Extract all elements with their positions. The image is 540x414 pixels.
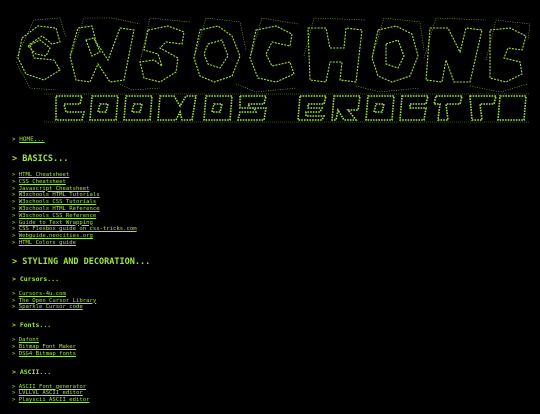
list-item: > W3schools CSS Tutorials [12,199,532,206]
arrow-icon: > [12,256,18,267]
arrow-icon: > [12,226,16,233]
link-dafont[interactable]: Dafont [19,337,39,343]
arrow-icon: > [12,205,16,212]
styling-title: STYLING AND DECORATION... [22,256,151,267]
link-css-flexbox-guide[interactable]: CSS Flexbox guide on css-tricks.com [19,226,137,232]
arrow-icon: > [12,212,16,219]
link-lvllvl-ascii-editor[interactable]: LVLLVL ASCII editor [19,390,83,396]
arrow-icon: > [12,154,18,164]
fonts-title: Fonts... [19,321,52,330]
home-link[interactable]: HOME... [19,136,44,143]
link-html-colors-guide[interactable]: HTML Colors guide [19,240,76,246]
link-sparkle-cursor-code[interactable]: Sparkle Cursor code [19,304,83,310]
list-item: > Playscii ASCII editor [12,397,532,404]
list-item: > Bitmap Font Maker [12,344,532,351]
list-item: > DSG4 Bitmap fonts [12,351,532,358]
ascii-heading: > ASCII... [12,368,532,376]
arrow-icon: > [12,337,16,344]
arrow-icon: > [12,233,16,240]
list-item: > Guide to Text Wrapping [12,220,532,227]
link-w3schools-html-reference[interactable]: W3schools HTML Reference [19,206,100,212]
arrow-icon: > [12,172,16,178]
list-item: > W3schools HTML Reference [12,206,532,213]
arrow-icon: > [12,239,16,246]
link-webguide-neocities[interactable]: Webguide.neocities.org [19,233,93,239]
list-item: > Sparkle Cursor code [12,304,532,311]
ascii-title: ASCII... [19,367,52,376]
arrow-icon: > [12,199,16,206]
link-cursors-4u[interactable]: Cursors-4u.com [19,291,66,297]
link-dsg4-bitmap-fonts[interactable]: DSG4 Bitmap fonts [19,351,76,357]
list-item: > HTML Colors guide [12,240,532,247]
basics-link-list: > HTML Cheatsheet > CSS Cheatsheet > Jav… [12,172,532,247]
ascii-link-list: > ASCII Font generator > LVLLVL ASCII ed… [12,384,532,404]
basics-heading: > BASICS... [12,154,532,164]
link-w3schools-css-reference[interactable]: W3schools CSS Reference [19,213,96,219]
arrow-icon: > [12,274,16,283]
arrow-icon: > [12,367,16,376]
arrow-icon: > [12,185,16,192]
arrow-icon: > [12,136,16,143]
arrow-icon: > [12,219,16,226]
arrow-icon: > [12,390,16,397]
cursors-heading: > Cursors... [12,275,532,283]
list-item: > LVLLVL ASCII editor [12,390,532,397]
link-w3schools-css-tutorials[interactable]: W3schools CSS Tutorials [19,199,96,205]
link-bitmap-font-maker[interactable]: Bitmap Font Maker [19,344,76,350]
list-item: > CSS Cheatsheet [12,179,532,186]
list-item: > Cursors-4u.com [12,291,532,298]
link-open-cursor-library[interactable]: The Open Cursor Library [19,298,96,304]
arrow-icon: > [12,290,16,297]
list-item: > W3schools CSS Reference [12,213,532,220]
list-item: > The Open Cursor Library [12,298,532,305]
fonts-link-list: > Dafont > Bitmap Font Maker > DSG4 Bitm… [12,337,532,357]
link-javascript-cheatsheet[interactable]: Javascript Cheatsheet [19,186,90,192]
arrow-icon: > [12,397,16,404]
basics-title: BASICS... [22,154,69,164]
link-ascii-font-generator[interactable]: ASCII Font generator [19,384,86,390]
link-playscii-ascii-editor[interactable]: Playscii ASCII editor [19,397,90,403]
list-item: > Javascript Cheatsheet [12,186,532,193]
arrow-icon: > [12,192,16,199]
arrow-icon: > [12,383,16,390]
arrow-icon: > [12,350,16,357]
fonts-heading: > Fonts... [12,321,532,329]
link-w3schools-html-tutorials[interactable]: W3schools HTML Tutorials [19,192,100,198]
link-guide-text-wrapping[interactable]: Guide to Text Wrapping [19,220,93,226]
cursors-title: Cursors... [19,274,59,283]
arrow-icon: > [12,304,16,311]
main-content: > HOME... > BASICS... > HTML Cheatsheet … [12,136,532,414]
list-item: > Webguide.neocities.org [12,233,532,240]
link-css-cheatsheet[interactable]: CSS Cheatsheet [19,179,66,185]
list-item: > Dafont [12,337,532,344]
list-item: > HTML Cheatsheet [12,172,532,179]
styling-heading: > STYLING AND DECORATION... [12,257,532,267]
home-item: > HOME... [12,136,532,144]
arrow-icon: > [12,321,16,330]
ascii-art-banner-logo [15,17,531,123]
list-item: > W3schools HTML Tutorials [12,192,532,199]
arrow-icon: > [12,343,16,350]
list-item: > CSS Flexbox guide on css-tricks.com [12,226,532,233]
arrow-icon: > [12,297,16,304]
list-item: > ASCII Font generator [12,384,532,391]
link-html-cheatsheet[interactable]: HTML Cheatsheet [19,172,70,178]
arrow-icon: > [12,178,16,185]
cursors-link-list: > Cursors-4u.com > The Open Cursor Libra… [12,291,532,311]
